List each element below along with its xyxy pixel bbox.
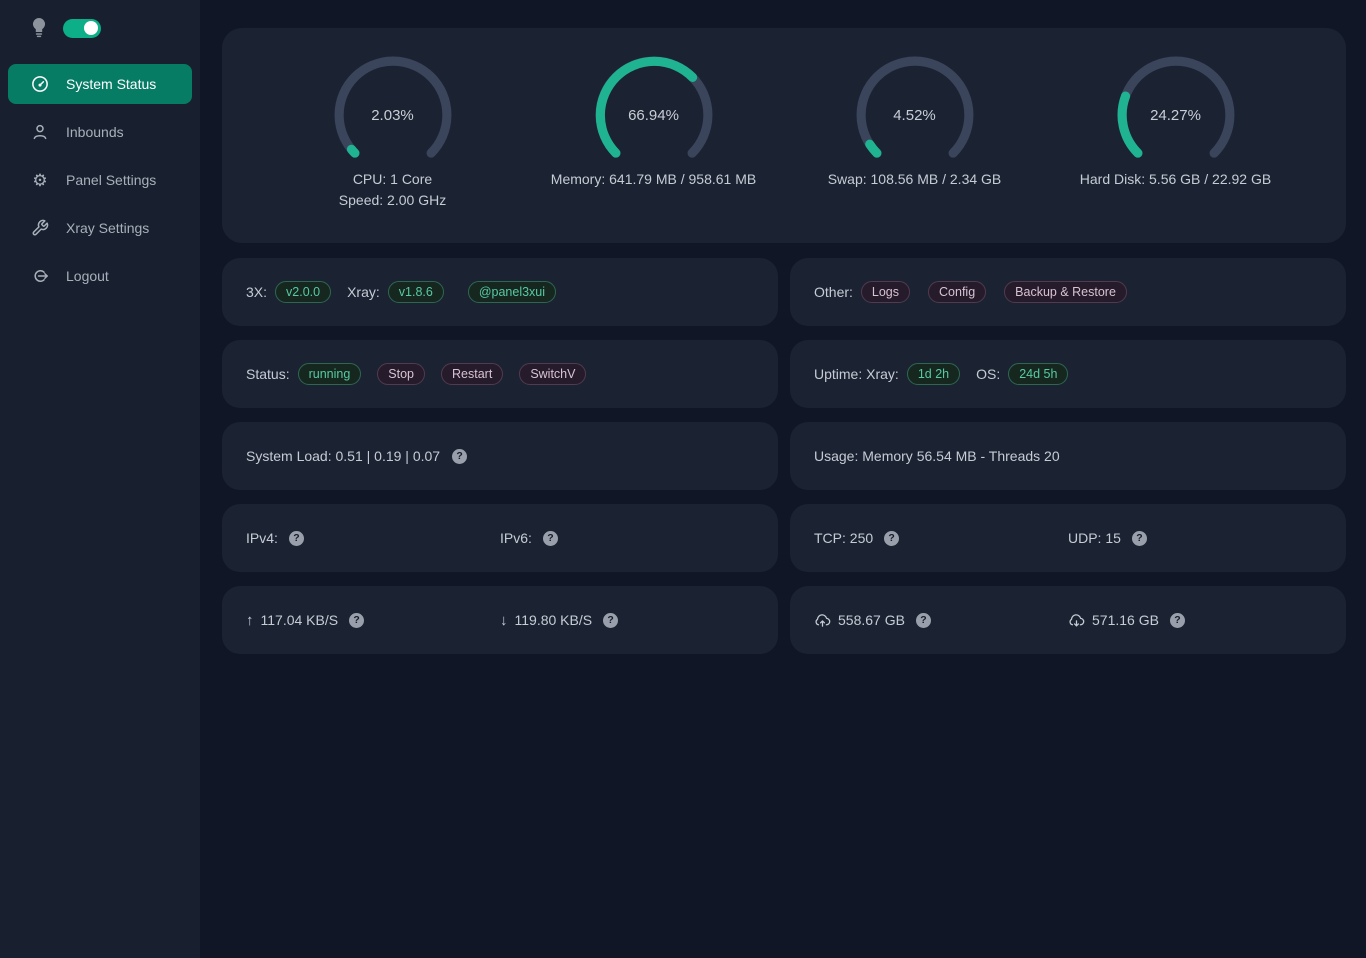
sidebar-item-label: Panel Settings [66,172,156,188]
system-load-text: System Load: 0.51 | 0.19 | 0.07 [246,448,440,464]
user-icon [31,123,49,141]
memory-gauge-percent: 66.94% [593,54,715,176]
traffic-sent-text: 558.67 GB [838,612,905,628]
sidebar: System Status Inbounds ⚙ Panel Settings … [0,0,200,958]
cloud-upload-icon [814,612,831,629]
logs-button[interactable]: Logs [861,281,910,303]
sidebar-item-xray-settings[interactable]: Xray Settings [8,208,192,248]
uptime-xray-label: Uptime: Xray: [814,366,899,382]
theme-row [0,18,200,38]
network-speed-card: ↑ 117.04 KB/S ? ↓ 119.80 KB/S ? [222,586,778,654]
uptime-card: Uptime: Xray: 1d 2h OS: 24d 5h [790,340,1346,408]
sidebar-item-label: Logout [66,268,109,284]
upload-arrow-icon: ↑ [246,612,254,629]
sidebar-item-logout[interactable]: Logout [8,256,192,296]
ipv4-label: IPv4: [246,530,278,546]
stat-cards-grid: 3X: v2.0.0 Xray: v1.8.6 @panel3xui Other… [222,258,1346,654]
backup-restore-button[interactable]: Backup & Restore [1004,281,1127,303]
memory-gauge-block: 66.94% Memory: 641.79 MB / 958.61 MB [523,54,784,190]
traffic-card: 558.67 GB ? 571.16 GB ? [790,586,1346,654]
sidebar-item-label: Xray Settings [66,220,149,236]
gear-icon: ⚙ [31,172,49,189]
system-load-card: System Load: 0.51 | 0.19 | 0.07 ? [222,422,778,490]
swap-gauge-percent: 4.52% [854,54,976,176]
uptime-os-label: OS: [976,366,1000,382]
toggle-knob [84,21,98,35]
question-icon[interactable]: ? [349,613,364,628]
upload-speed-text: 117.04 KB/S [261,612,339,628]
stop-button[interactable]: Stop [377,363,425,385]
uptime-xray-badge: 1d 2h [907,363,960,385]
sidebar-menu: System Status Inbounds ⚙ Panel Settings … [0,64,200,296]
logout-icon [31,267,49,285]
theme-toggle[interactable] [63,19,101,38]
traffic-received-text: 571.16 GB [1092,612,1159,628]
disk-gauge-block: 24.27% Hard Disk: 5.56 GB / 22.92 GB [1045,54,1306,190]
other-card: Other: Logs Config Backup & Restore [790,258,1346,326]
swap-gauge-block: 4.52% Swap: 108.56 MB / 2.34 GB [784,54,1045,190]
other-label: Other: [814,284,853,300]
question-icon[interactable]: ? [289,531,304,546]
swap-gauge-chart: 4.52% [854,54,976,176]
question-icon[interactable]: ? [543,531,558,546]
question-icon[interactable]: ? [916,613,931,628]
question-icon[interactable]: ? [1132,531,1147,546]
ip-card: IPv4: ? IPv6: ? [222,504,778,572]
sidebar-item-panel-settings[interactable]: ⚙ Panel Settings [8,160,192,200]
sidebar-item-label: System Status [66,76,156,92]
xray-status-card: Status: running Stop Restart SwitchV [222,340,778,408]
download-arrow-icon: ↓ [500,612,508,629]
switch-version-button[interactable]: SwitchV [519,363,586,385]
status-running-badge: running [298,363,362,385]
config-button[interactable]: Config [928,281,986,303]
gauges-card: 2.03% CPU: 1 Core Speed: 2.00 GHz 66.94%… [222,28,1346,243]
xray-label: Xray: [347,284,380,300]
cpu-gauge-chart: 2.03% [332,54,454,176]
sidebar-item-inbounds[interactable]: Inbounds [8,112,192,152]
cpu-gauge-block: 2.03% CPU: 1 Core Speed: 2.00 GHz [262,54,523,211]
sidebar-item-system-status[interactable]: System Status [8,64,192,104]
xray-version-tag[interactable]: v1.8.6 [388,281,444,303]
wrench-icon [31,219,49,237]
main-content: 2.03% CPU: 1 Core Speed: 2.00 GHz 66.94%… [200,0,1366,958]
usage-card: Usage: Memory 56.54 MB - Threads 20 [790,422,1346,490]
question-icon[interactable]: ? [452,449,467,464]
question-icon[interactable]: ? [884,531,899,546]
memory-gauge-chart: 66.94% [593,54,715,176]
telegram-tag[interactable]: @panel3xui [468,281,556,303]
sidebar-item-label: Inbounds [66,124,124,140]
cloud-download-icon [1068,612,1085,629]
connections-card: TCP: 250 ? UDP: 15 ? [790,504,1346,572]
question-icon[interactable]: ? [603,613,618,628]
udp-count-text: UDP: 15 [1068,530,1121,546]
restart-button[interactable]: Restart [441,363,503,385]
uptime-os-badge: 24d 5h [1008,363,1068,385]
versions-card: 3X: v2.0.0 Xray: v1.8.6 @panel3xui [222,258,778,326]
tcp-count-text: TCP: 250 [814,530,873,546]
cpu-gauge-percent: 2.03% [332,54,454,176]
usage-text: Usage: Memory 56.54 MB - Threads 20 [814,448,1060,464]
3x-label: 3X: [246,284,267,300]
status-label: Status: [246,366,290,382]
question-icon[interactable]: ? [1170,613,1185,628]
lightbulb-icon [31,18,47,38]
disk-gauge-percent: 24.27% [1115,54,1237,176]
disk-gauge-chart: 24.27% [1115,54,1237,176]
3x-version-tag: v2.0.0 [275,281,331,303]
ipv6-label: IPv6: [500,530,532,546]
download-speed-text: 119.80 KB/S [515,612,593,628]
dashboard-icon [31,75,49,93]
